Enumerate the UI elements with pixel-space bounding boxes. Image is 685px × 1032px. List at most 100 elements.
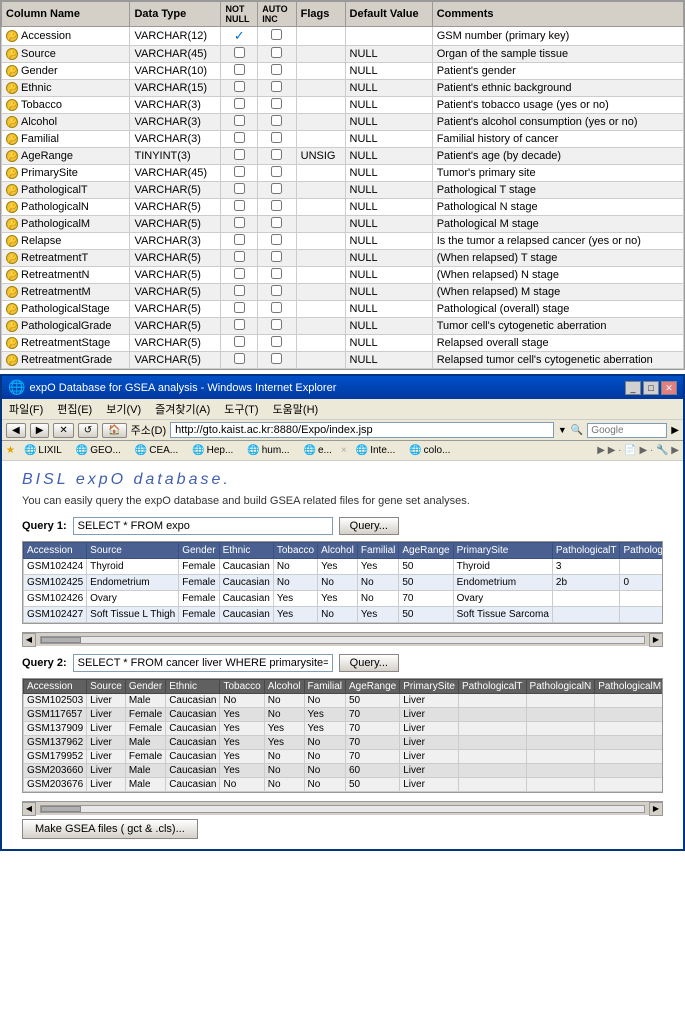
- col-notnull-cell[interactable]: [221, 148, 258, 165]
- scroll2-left-arrow[interactable]: ◀: [22, 802, 36, 816]
- col-autoinc-cell[interactable]: [258, 250, 296, 267]
- col-autoinc-cell[interactable]: [258, 165, 296, 182]
- search-input[interactable]: [587, 423, 667, 438]
- notnull-checkbox[interactable]: [234, 132, 245, 143]
- scroll-left-arrow[interactable]: ◀: [22, 633, 36, 647]
- autoinc-checkbox[interactable]: [271, 319, 282, 330]
- autoinc-checkbox[interactable]: [271, 336, 282, 347]
- col-notnull-cell[interactable]: [221, 199, 258, 216]
- col-autoinc-cell[interactable]: [258, 148, 296, 165]
- notnull-checkbox[interactable]: [234, 115, 245, 126]
- autoinc-checkbox[interactable]: [271, 29, 282, 40]
- col-notnull-cell[interactable]: [221, 97, 258, 114]
- notnull-checkbox[interactable]: [234, 81, 245, 92]
- col-notnull-cell[interactable]: [221, 131, 258, 148]
- autoinc-checkbox[interactable]: [271, 183, 282, 194]
- col-autoinc-cell[interactable]: [258, 97, 296, 114]
- autoinc-checkbox[interactable]: [271, 302, 282, 313]
- autoinc-checkbox[interactable]: [271, 149, 282, 160]
- notnull-checkbox[interactable]: [234, 336, 245, 347]
- autoinc-checkbox[interactable]: [271, 200, 282, 211]
- autoinc-checkbox[interactable]: [271, 166, 282, 177]
- autoinc-checkbox[interactable]: [271, 217, 282, 228]
- home-button[interactable]: 🏠: [102, 423, 126, 438]
- col-notnull-cell[interactable]: [221, 114, 258, 131]
- search-go-icon[interactable]: ▶: [671, 425, 679, 436]
- close-button[interactable]: ✕: [661, 381, 677, 395]
- fav-colo[interactable]: 🌐colo...: [404, 443, 455, 458]
- notnull-checkbox[interactable]: [234, 166, 245, 177]
- autoinc-checkbox[interactable]: [271, 268, 282, 279]
- fav-hep[interactable]: 🌐Hep...: [187, 443, 238, 458]
- fav-inte[interactable]: 🌐Inte...: [351, 443, 400, 458]
- col-notnull-cell[interactable]: [221, 335, 258, 352]
- notnull-checkbox[interactable]: [234, 302, 245, 313]
- menu-file[interactable]: 파일(F): [6, 400, 46, 418]
- query1-input[interactable]: [73, 517, 333, 535]
- back-button[interactable]: ◀: [6, 423, 26, 438]
- window-controls[interactable]: _ □ ✕: [625, 381, 677, 395]
- menu-edit[interactable]: 편집(E): [54, 400, 95, 418]
- col-autoinc-cell[interactable]: [258, 63, 296, 80]
- notnull-checkbox[interactable]: [234, 64, 245, 75]
- scroll-right-arrow[interactable]: ▶: [649, 633, 663, 647]
- col-notnull-cell[interactable]: [221, 284, 258, 301]
- col-autoinc-cell[interactable]: [258, 46, 296, 63]
- col-autoinc-cell[interactable]: [258, 114, 296, 131]
- notnull-checkbox[interactable]: [234, 47, 245, 58]
- col-autoinc-cell[interactable]: [258, 301, 296, 318]
- autoinc-checkbox[interactable]: [271, 353, 282, 364]
- fav-geo[interactable]: 🌐GEO...: [71, 443, 126, 458]
- menu-help[interactable]: 도움말(H): [270, 400, 322, 418]
- col-notnull-cell[interactable]: [221, 216, 258, 233]
- col-notnull-cell[interactable]: [221, 301, 258, 318]
- notnull-checkbox[interactable]: [234, 268, 245, 279]
- autoinc-checkbox[interactable]: [271, 132, 282, 143]
- col-notnull-cell[interactable]: [221, 318, 258, 335]
- menu-tools[interactable]: 도구(T): [221, 400, 261, 418]
- autoinc-checkbox[interactable]: [271, 115, 282, 126]
- fav-hum[interactable]: 🌐hum...: [242, 443, 294, 458]
- notnull-checkbox[interactable]: [234, 98, 245, 109]
- col-notnull-cell[interactable]: [221, 267, 258, 284]
- col-notnull-cell[interactable]: [221, 182, 258, 199]
- refresh-button[interactable]: ↺: [78, 423, 98, 438]
- autoinc-checkbox[interactable]: [271, 234, 282, 245]
- fav-lixil[interactable]: 🌐LIXIL: [19, 443, 67, 458]
- col-autoinc-cell[interactable]: [258, 352, 296, 369]
- notnull-checkbox[interactable]: [234, 251, 245, 262]
- col-autoinc-cell[interactable]: [258, 216, 296, 233]
- query1-button[interactable]: Query...: [339, 517, 399, 535]
- forward-button[interactable]: ▶: [30, 423, 50, 438]
- query2-input[interactable]: [73, 654, 333, 672]
- restore-button[interactable]: □: [643, 381, 659, 395]
- col-notnull-cell[interactable]: [221, 63, 258, 80]
- fav-cea[interactable]: 🌐CEA...: [130, 443, 183, 458]
- col-notnull-cell[interactable]: [221, 233, 258, 250]
- col-notnull-cell[interactable]: [221, 46, 258, 63]
- result2-scrollbar[interactable]: ◀ ▶: [22, 801, 663, 815]
- notnull-checkbox[interactable]: [234, 200, 245, 211]
- notnull-checkbox[interactable]: [234, 285, 245, 296]
- col-notnull-cell[interactable]: [221, 80, 258, 97]
- autoinc-checkbox[interactable]: [271, 285, 282, 296]
- autoinc-checkbox[interactable]: [271, 98, 282, 109]
- autoinc-checkbox[interactable]: [271, 251, 282, 262]
- menu-view[interactable]: 보기(V): [103, 400, 144, 418]
- autoinc-checkbox[interactable]: [271, 47, 282, 58]
- col-autoinc-cell[interactable]: [258, 284, 296, 301]
- minimize-button[interactable]: _: [625, 381, 641, 395]
- col-autoinc-cell[interactable]: [258, 267, 296, 284]
- menu-favorites[interactable]: 즐겨찾기(A): [152, 400, 213, 418]
- autoinc-checkbox[interactable]: [271, 64, 282, 75]
- col-notnull-cell[interactable]: [221, 165, 258, 182]
- dropdown-arrow-icon[interactable]: ▼: [558, 425, 567, 435]
- notnull-checkbox[interactable]: [234, 217, 245, 228]
- notnull-checkbox[interactable]: [234, 183, 245, 194]
- col-notnull-cell[interactable]: ✓: [221, 27, 258, 46]
- fav-e[interactable]: 🌐e...: [299, 443, 337, 458]
- col-autoinc-cell[interactable]: [258, 80, 296, 97]
- query2-button[interactable]: Query...: [339, 654, 399, 672]
- notnull-checkbox[interactable]: [234, 353, 245, 364]
- make-gsea-button[interactable]: Make GSEA files ( gct & .cls)...: [22, 819, 198, 839]
